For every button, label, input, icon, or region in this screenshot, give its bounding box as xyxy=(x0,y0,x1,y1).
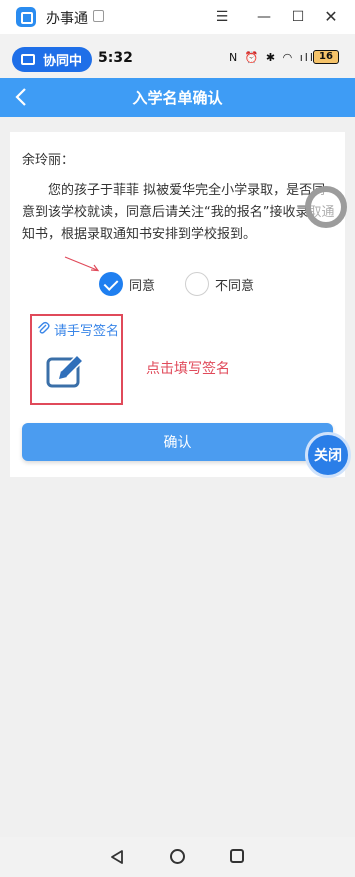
window-titlebar: 办事通 ☰ — ☐ ✕ xyxy=(0,0,355,34)
nav-recents-icon[interactable] xyxy=(230,849,244,863)
nav-back-icon[interactable] xyxy=(110,850,124,864)
screen-share-icon xyxy=(21,54,35,65)
status-icons: N ⏰ ✱ ◠ ıll xyxy=(229,51,315,64)
paperclip-icon xyxy=(38,321,50,334)
page-header: 入学名单确认 xyxy=(0,78,355,117)
app-title: 办事通 xyxy=(46,11,88,27)
pen-on-pad-icon[interactable] xyxy=(45,351,87,389)
phone-status-bar: 协同中 5:32 N ⏰ ✱ ◠ ıll 16 xyxy=(0,34,355,78)
menu-button[interactable]: ☰ xyxy=(213,8,231,26)
collab-label: 协同中 xyxy=(43,54,83,69)
signature-label[interactable]: 请手写签名 xyxy=(54,320,119,339)
signature-hint: 点击填写签名 xyxy=(146,361,230,377)
battery-indicator: 16 xyxy=(313,50,339,64)
disagree-option[interactable]: 不同意 xyxy=(185,270,254,298)
radio-checked-icon[interactable] xyxy=(99,272,123,296)
close-window-button[interactable]: ✕ xyxy=(322,8,340,26)
radio-unchecked-icon[interactable] xyxy=(185,272,209,296)
minimize-button[interactable]: — xyxy=(255,8,273,26)
confirm-button[interactable]: 确认 xyxy=(22,423,333,461)
chevron-left-icon[interactable] xyxy=(12,86,32,108)
agree-option[interactable]: 同意 xyxy=(99,270,155,298)
app-logo-icon xyxy=(16,7,36,27)
nav-home-icon[interactable] xyxy=(170,849,185,864)
disagree-label: 不同意 xyxy=(215,278,255,294)
status-time: 5:32 xyxy=(98,50,133,66)
loading-spinner-icon xyxy=(305,186,347,228)
page-title: 入学名单确认 xyxy=(132,89,223,107)
maximize-button[interactable]: ☐ xyxy=(289,8,307,26)
agree-label: 同意 xyxy=(129,278,156,294)
greeting-text: 余玲丽： xyxy=(22,153,75,168)
collab-status-pill[interactable]: 协同中 xyxy=(12,47,92,72)
admission-message: 您的孩子于菲菲 拟被爱华完全小学录取，是否同意到该学校就读，同意后请关注“我的报… xyxy=(22,183,335,242)
system-nav-bar xyxy=(0,837,355,877)
close-floating-button[interactable]: 关闭 xyxy=(305,432,351,478)
annotation-arrow-icon xyxy=(64,256,100,272)
pin-icon[interactable] xyxy=(93,10,104,22)
